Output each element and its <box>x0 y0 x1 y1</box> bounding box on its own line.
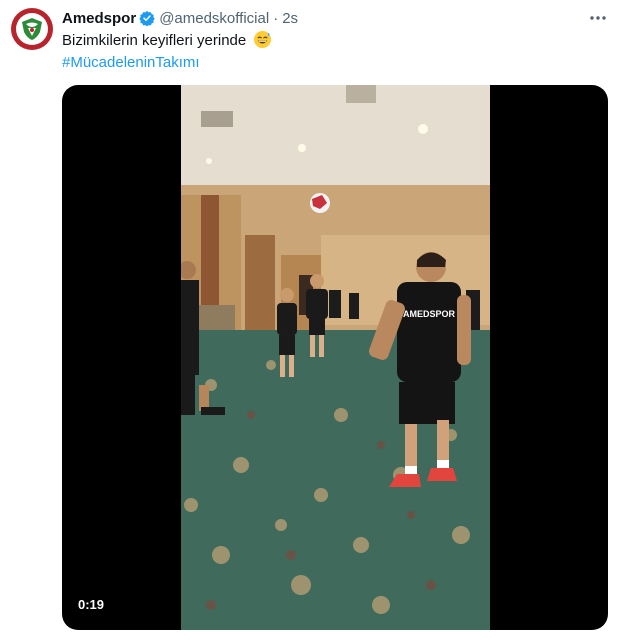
avatar[interactable] <box>11 8 53 50</box>
grinning-sweat-emoji <box>254 30 272 49</box>
club-logo <box>16 13 48 45</box>
handle[interactable]: @amedskofficial <box>159 10 269 27</box>
hashtag-link[interactable]: #MücadeleninTakımı <box>62 52 200 73</box>
more-options-icon[interactable] <box>586 10 610 26</box>
tweet-text-body: Bizimkilerin keyifleri yerinde <box>62 32 247 49</box>
separator-dot: · <box>273 9 279 27</box>
tweet-header: Amedspor @amedskofficial · 2s <box>62 8 298 28</box>
tweet-text: Bizimkilerin keyifleri yerinde <box>62 30 272 51</box>
video-player[interactable]: AMEDSPOR 0:19 <box>62 85 608 630</box>
video-frame: AMEDSPOR <box>181 85 490 630</box>
display-name[interactable]: Amedspor <box>62 10 136 27</box>
jersey-text: AMEDSPOR <box>403 309 456 319</box>
verified-badge-icon <box>139 11 155 26</box>
video-duration: 0:19 <box>78 597 105 612</box>
timestamp[interactable]: 2s <box>282 10 298 27</box>
